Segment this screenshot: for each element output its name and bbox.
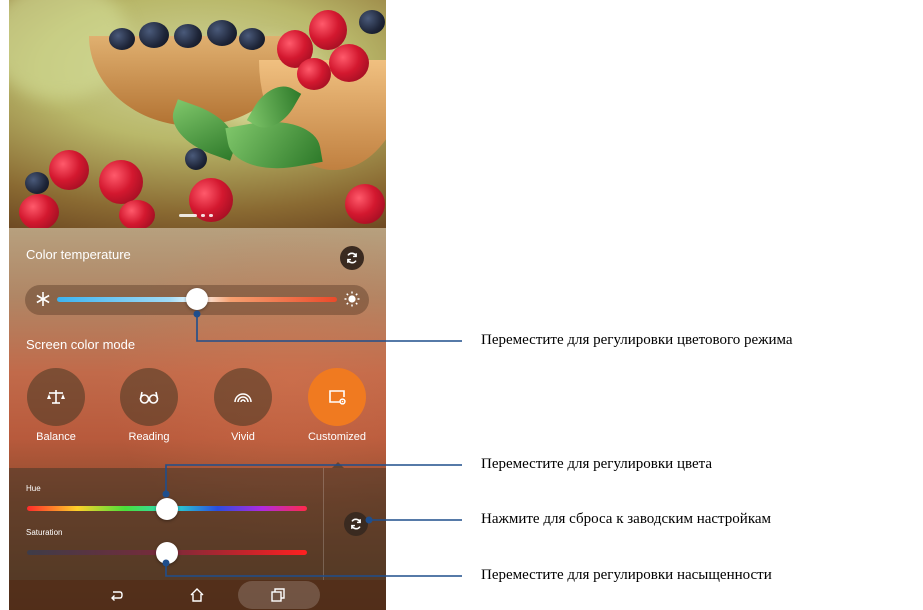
vivid-arcs-icon bbox=[234, 393, 252, 403]
hue-slider-thumb[interactable] bbox=[156, 498, 178, 520]
recent-apps-button[interactable] bbox=[267, 586, 287, 604]
mode-customized-label: Customized bbox=[307, 431, 367, 443]
saturation-slider-thumb[interactable] bbox=[156, 542, 178, 564]
hue-label: Hue bbox=[26, 484, 41, 493]
customized-adjustments-panel bbox=[9, 468, 386, 580]
recent-apps-icon bbox=[271, 588, 285, 602]
callout-reset-text: Нажмите для сброса к заводским настройка… bbox=[481, 511, 772, 527]
color-temperature-thumb[interactable] bbox=[186, 288, 208, 310]
mode-balance-button[interactable] bbox=[27, 368, 85, 426]
panel-divider bbox=[323, 468, 324, 580]
page-indicator bbox=[179, 214, 213, 217]
customize-screen-icon bbox=[329, 390, 346, 405]
screen-color-mode-title: Screen color mode bbox=[26, 337, 136, 352]
refresh-icon bbox=[347, 252, 357, 264]
callout-hue-text: Переместите для регулировки цвета bbox=[481, 456, 713, 472]
mode-reading-button[interactable] bbox=[120, 368, 178, 426]
sun-icon bbox=[343, 290, 361, 308]
wallpaper-preview-image bbox=[9, 0, 386, 228]
back-icon bbox=[111, 591, 123, 601]
glasses-icon bbox=[139, 391, 159, 404]
color-temperature-title: Color temperature bbox=[26, 247, 131, 262]
callout-saturation-text: Переместите для регулировки насыщенности bbox=[481, 567, 772, 583]
home-icon bbox=[190, 588, 204, 602]
snowflake-icon bbox=[34, 290, 52, 308]
saturation-label: Saturation bbox=[26, 528, 63, 537]
back-button[interactable] bbox=[106, 586, 126, 604]
mode-balance-label: Balance bbox=[36, 431, 76, 443]
color-temperature-reset-button[interactable] bbox=[340, 246, 364, 270]
mode-vivid-label: Vivid bbox=[231, 431, 255, 443]
balance-scale-icon bbox=[47, 390, 65, 404]
mode-reading-label: Reading bbox=[128, 431, 170, 443]
callout-color-mode-text: Переместите для регулировки цветового ре… bbox=[481, 332, 793, 348]
home-button[interactable] bbox=[187, 586, 207, 604]
customized-reset-button[interactable] bbox=[344, 512, 368, 536]
mode-vivid-button[interactable] bbox=[214, 368, 272, 426]
mode-customized-button[interactable] bbox=[308, 368, 366, 426]
refresh-icon bbox=[351, 518, 361, 530]
